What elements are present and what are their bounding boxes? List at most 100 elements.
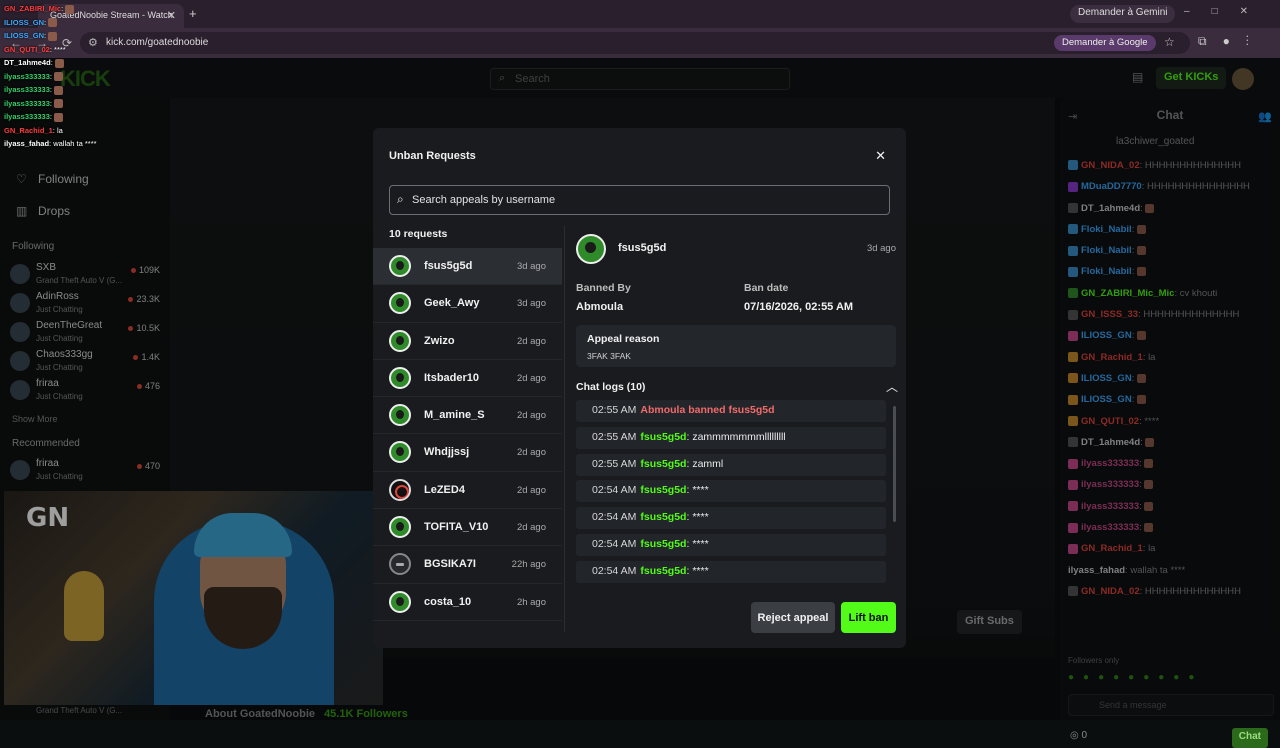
- chevron-up-icon[interactable]: ︿: [886, 378, 898, 395]
- request-time: 3d ago: [516, 261, 546, 272]
- chat-points[interactable]: ◎ 0: [1070, 730, 1087, 741]
- overlay-chat-message: GN_ZABIRI_Mic:: [4, 2, 164, 16]
- bookmark-star-icon[interactable]: ☆: [1164, 35, 1175, 49]
- overlay-chat-message: ilyass333333:: [4, 70, 164, 84]
- overlay-chat-message: ilyass333333:: [4, 97, 164, 111]
- banned-by-value: Abmoula: [576, 301, 624, 313]
- request-time: 2d ago: [516, 410, 546, 422]
- log-time: 02:54 AM: [592, 564, 637, 577]
- request-time: 2d ago: [516, 522, 546, 534]
- ask-google-button[interactable]: Demander à Google: [1054, 35, 1156, 51]
- log-username: fsus5g5d: [640, 564, 687, 577]
- overlay-chat-message: GN_QUTI_02: ****: [4, 43, 164, 57]
- close-icon[interactable]: ✕: [875, 148, 886, 164]
- request-username: Itsbader10: [424, 371, 480, 384]
- overlay-chat-message: ilyass333333:: [4, 83, 164, 97]
- request-item[interactable]: Zwizo 2d ago: [373, 323, 562, 360]
- log-username: fsus5g5d: [640, 484, 687, 497]
- emote-icon: [54, 85, 64, 95]
- request-username: TOFITA_V10: [424, 521, 489, 534]
- log-time: 02:55 AM: [592, 404, 637, 416]
- overlay-text: la: [56, 125, 63, 135]
- browser-tab-bar: GoatedNoobie Stream - Watch ✕ + Demander…: [0, 0, 1280, 28]
- chat-log-row: 02:55 AM fsus5g5d: zammmmmmmlllllllll: [576, 426, 886, 449]
- request-item[interactable]: Itsbader10 2d ago: [373, 360, 562, 398]
- extension-icons[interactable]: ⧉●⋮: [1198, 34, 1265, 49]
- modal-title: Unban Requests: [389, 150, 476, 162]
- request-item[interactable]: M_amine_S 2d ago: [373, 397, 562, 435]
- log-time: 02:54 AM: [592, 511, 637, 524]
- emote-icon: [54, 58, 64, 68]
- request-time: 2d ago: [516, 372, 546, 384]
- overlay-text: wallah ta ****: [53, 139, 97, 148]
- overlay-chat-message: ilyass_fahad: wallah ta ****: [4, 137, 164, 151]
- request-username: BGSIKA7I: [424, 558, 476, 571]
- detail-time: 3d ago: [866, 243, 896, 254]
- omnibox[interactable]: ⚙ kick.com/goatednoobie Demander à Googl…: [80, 32, 1190, 54]
- appeals-search-input[interactable]: [389, 185, 890, 215]
- overlay-username: ilyass333333: [4, 112, 50, 121]
- request-avatar: [389, 329, 411, 352]
- overlay-username: ilyass333333: [4, 85, 50, 94]
- ban-date-label: Ban date: [744, 282, 789, 294]
- overlay-username: ILIOSS_GN: [4, 17, 45, 27]
- detail-avatar: [576, 234, 606, 264]
- chat-log-row: 02:54 AM fsus5g5d: ****: [576, 480, 886, 503]
- chat-logs-list[interactable]: 02:55 AM Abmoula banned fsus5g5d 02:55 AM f…: [576, 400, 886, 586]
- request-item[interactable]: LeZED4 2d ago: [373, 472, 562, 510]
- request-item[interactable]: costa_10 2h ago: [373, 584, 562, 621]
- emote-icon: [54, 72, 64, 82]
- request-time: 2h ago: [516, 596, 546, 608]
- log-text: ****: [692, 537, 709, 550]
- request-avatar: [389, 553, 411, 576]
- emote-icon: [65, 4, 75, 14]
- lift-ban-button[interactable]: Lift ban: [841, 602, 896, 633]
- appeal-reason-text: 3FAK 3FAK: [587, 351, 631, 361]
- request-time: 2d ago: [516, 447, 546, 459]
- log-username: fsus5g5d: [640, 537, 687, 550]
- log-username: fsus5g5d: [640, 511, 687, 524]
- request-item[interactable]: fsus5g5d 3d ago: [373, 248, 562, 286]
- request-username: costa_10: [424, 595, 472, 608]
- emote-icon: [54, 99, 64, 109]
- request-username: Zwizo: [424, 334, 455, 347]
- points-icon: ◎: [1070, 730, 1082, 741]
- gemini-button[interactable]: Demander à Gemini: [1070, 5, 1176, 23]
- overlay-chat-message: DT_1ahme4d:: [4, 56, 164, 70]
- overlay-username: ilyass333333: [4, 98, 50, 108]
- request-time: 22h ago: [511, 559, 546, 571]
- window-controls[interactable]: –□✕: [1184, 6, 1270, 17]
- requests-list: fsus5g5d 3d ago Geek_Awy 3d ago Zwizo 2d ago I…: [373, 248, 562, 621]
- request-item[interactable]: BGSIKA7I 22h ago: [373, 546, 562, 584]
- chat-logs-scrollbar[interactable]: [893, 406, 896, 522]
- request-item[interactable]: TOFITA_V10 2d ago: [373, 509, 562, 547]
- request-avatar: [389, 404, 411, 427]
- emote-icon: [54, 112, 64, 122]
- request-username: Geek_Awy: [424, 297, 480, 310]
- log-system-message: Abmoula banned fsus5g5d: [640, 404, 775, 416]
- log-text: ****: [692, 511, 709, 524]
- chat-log-row: 02:54 AM fsus5g5d: ****: [576, 533, 886, 556]
- request-item[interactable]: Geek_Awy 3d ago: [373, 285, 562, 323]
- new-tab-button[interactable]: +: [189, 6, 197, 21]
- request-username: fsus5g5d: [424, 260, 473, 272]
- log-time: 02:54 AM: [592, 537, 637, 550]
- unban-requests-modal: Unban Requests ✕ ⌕ 10 requests fsus5g5d 3…: [373, 128, 906, 648]
- chat-log-row: 02:55 AM Abmoula banned fsus5g5d: [576, 400, 886, 422]
- overlay-username: ILIOSS_GN: [4, 31, 45, 40]
- tab-close-icon[interactable]: ✕: [167, 9, 176, 22]
- requests-count: 10 requests: [389, 228, 448, 240]
- request-time: 2d ago: [516, 335, 546, 347]
- log-username: fsus5g5d: [640, 430, 687, 443]
- request-username: LeZED4: [424, 483, 465, 496]
- chat-log-row: 02:54 AM fsus5g5d: ****: [576, 507, 886, 530]
- banned-by-label: Banned By: [576, 282, 631, 294]
- log-text: ****: [692, 484, 709, 497]
- chat-send-button[interactable]: Chat: [1231, 728, 1268, 748]
- overlay-username: DT_1ahme4d: [4, 58, 51, 67]
- overlay-username: ilyass333333: [4, 71, 50, 81]
- overlay-chat-message: GN_Rachid_1: la: [4, 124, 164, 138]
- request-item[interactable]: Whdjjssj 2d ago: [373, 434, 562, 472]
- request-username: Whdjjssj: [424, 446, 470, 459]
- reject-appeal-button[interactable]: Reject appeal: [751, 602, 835, 633]
